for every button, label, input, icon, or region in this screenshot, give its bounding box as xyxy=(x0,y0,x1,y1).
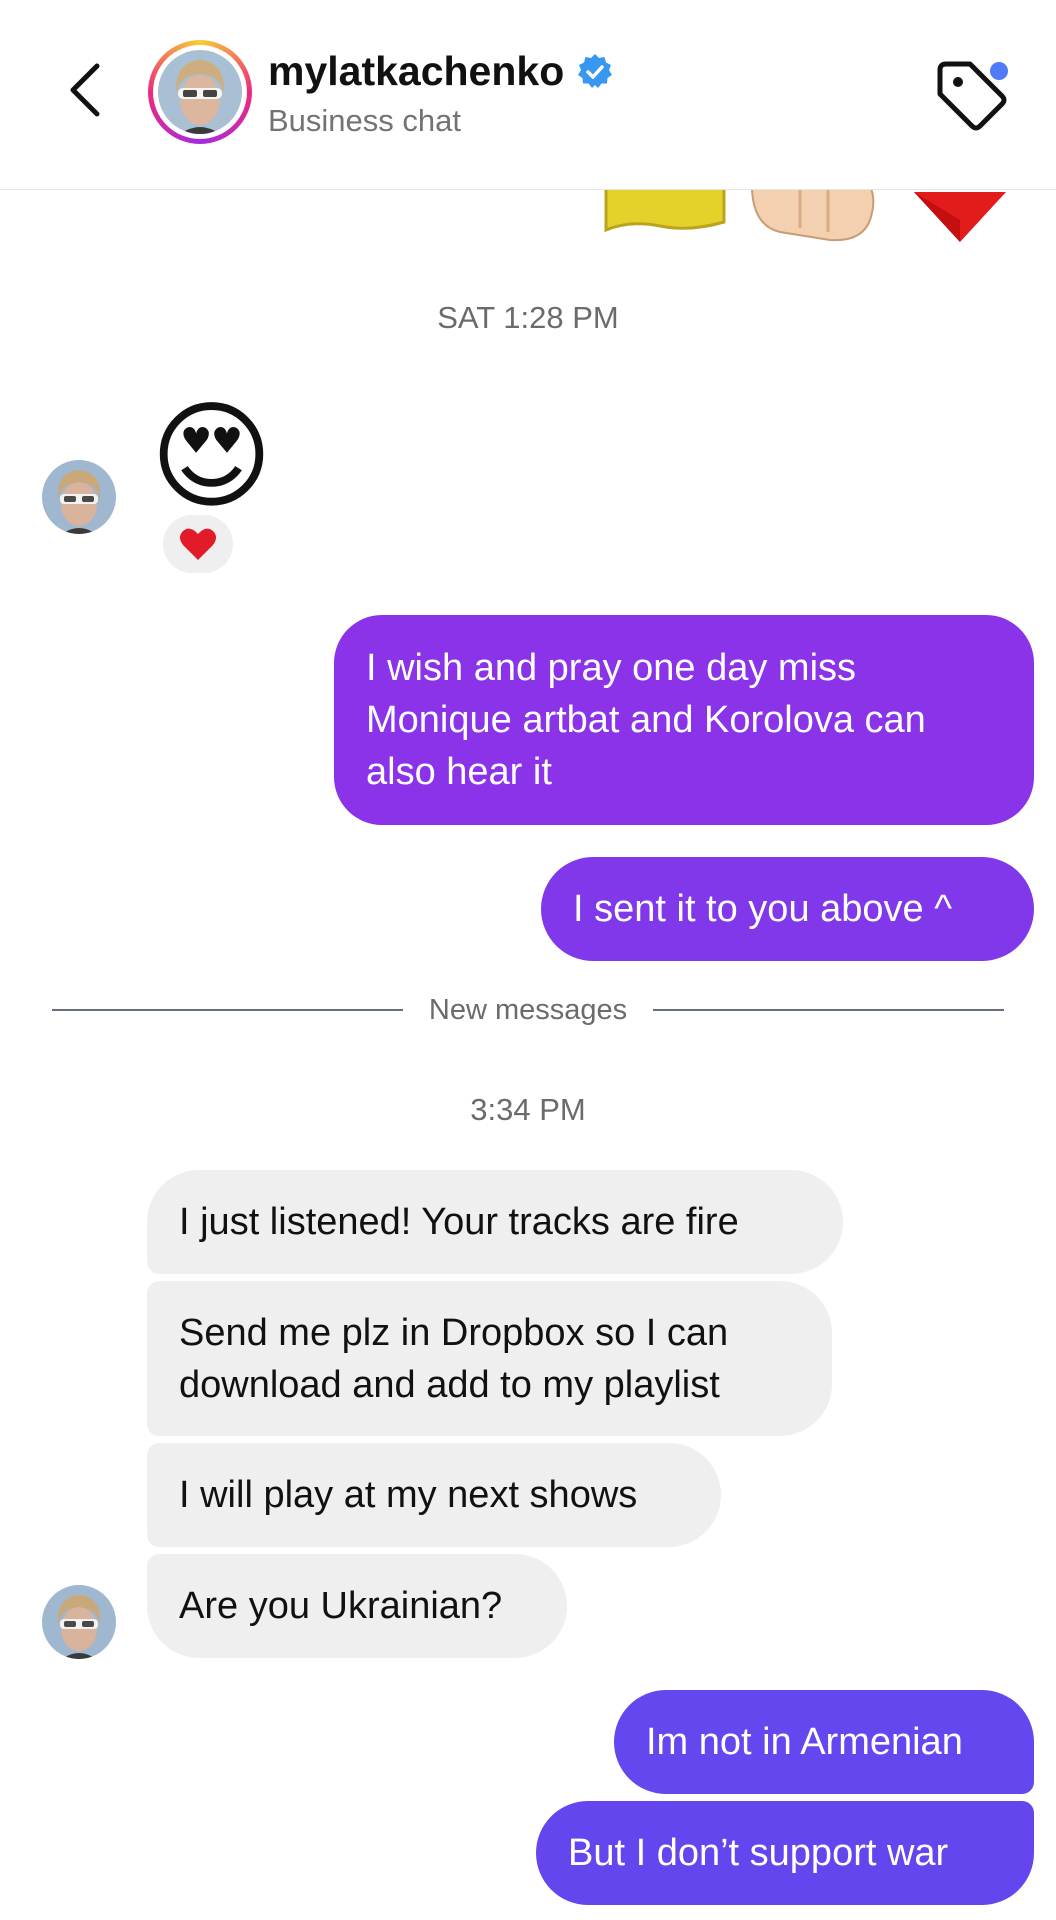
chat-subtitle: Business chat xyxy=(268,103,461,138)
new-messages-divider: New messages xyxy=(52,990,1004,1030)
label-button[interactable] xyxy=(932,56,1012,136)
chat-username[interactable]: mylatkachenko xyxy=(268,48,614,95)
message-text: Are you Ukrainian? xyxy=(179,1585,503,1627)
back-button[interactable] xyxy=(60,60,110,120)
message-text: But I don’t support war xyxy=(568,1832,949,1874)
message-text: Send me plz in Dropbox so I can download… xyxy=(179,1311,729,1406)
chat-thread[interactable]: SAT 1:28 PM 😍 I wish and pray one day mi… xyxy=(0,0,1056,1920)
reaction-badge[interactable] xyxy=(160,512,236,576)
back-chevron-icon xyxy=(70,63,100,117)
message-text: I just listened! Your tracks are fire xyxy=(179,1201,739,1243)
contact-avatar-small[interactable] xyxy=(42,1585,116,1659)
divider-line xyxy=(52,1009,403,1011)
message-text: I will play at my next shows xyxy=(179,1474,638,1516)
incoming-message[interactable]: Are you Ukrainian? xyxy=(147,1554,567,1658)
outgoing-message[interactable]: But I don’t support war xyxy=(536,1801,1034,1905)
timestamp-sat: SAT 1:28 PM xyxy=(437,300,619,335)
timestamp-time: 3:34 PM xyxy=(470,1092,586,1127)
username-text: mylatkachenko xyxy=(268,48,565,94)
incoming-message[interactable]: Send me plz in Dropbox so I can download… xyxy=(147,1281,832,1436)
message-text: Im not in Armenian xyxy=(646,1721,963,1763)
incoming-message[interactable]: I just listened! Your tracks are fire xyxy=(147,1170,843,1274)
message-text: I sent it to you above ^ xyxy=(573,888,953,930)
outgoing-message[interactable]: Im not in Armenian xyxy=(614,1690,1034,1794)
chat-header: mylatkachenko Business chat xyxy=(0,0,1056,190)
outgoing-message[interactable]: I wish and pray one day miss Monique art… xyxy=(334,615,1034,825)
contact-avatar-small[interactable] xyxy=(42,460,116,534)
message-text: I wish and pray one day miss Monique art… xyxy=(366,647,926,793)
profile-avatar[interactable] xyxy=(148,40,252,144)
sticker-emoji[interactable]: 😍 xyxy=(150,392,273,522)
tag-icon xyxy=(937,61,1008,131)
divider-line xyxy=(653,1009,1004,1011)
verified-badge-icon xyxy=(578,53,613,88)
incoming-message[interactable]: I will play at my next shows xyxy=(147,1443,721,1547)
outgoing-message[interactable]: I sent it to you above ^ xyxy=(541,857,1034,961)
avatar xyxy=(158,50,242,134)
divider-label: New messages xyxy=(428,993,628,1026)
heart-icon xyxy=(180,528,216,560)
